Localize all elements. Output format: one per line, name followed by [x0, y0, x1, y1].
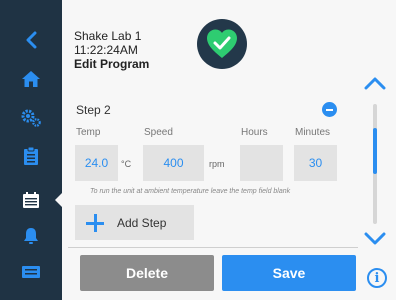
nav-alarms[interactable]: [0, 218, 62, 254]
nav-home[interactable]: [0, 61, 62, 97]
delete-button[interactable]: Delete: [80, 255, 214, 291]
add-step-button[interactable]: Add Step: [75, 205, 194, 240]
minutes-label: Minutes: [295, 127, 331, 138]
divider: [68, 247, 358, 248]
nav-clipboard[interactable]: [0, 138, 62, 174]
info-icon: i: [374, 270, 380, 286]
health-status[interactable]: [197, 19, 247, 69]
screen-display-icon: [22, 266, 40, 278]
nav-settings[interactable]: [0, 100, 62, 136]
hours-label: Hours: [241, 127, 268, 138]
current-time: 11:22:24AM: [74, 43, 138, 57]
heart-check-icon: [207, 29, 237, 58]
chevron-up-icon: [364, 77, 386, 90]
sidebar: [0, 0, 63, 300]
clipboard-icon: [24, 146, 38, 165]
minutes-field[interactable]: 30: [294, 145, 337, 181]
settings-gears-icon: [21, 109, 41, 127]
save-button[interactable]: Save: [222, 255, 356, 291]
temp-label: Temp: [76, 127, 101, 138]
hours-field[interactable]: [240, 145, 283, 181]
home-icon: [22, 71, 40, 87]
info-button[interactable]: i: [367, 268, 387, 288]
step-card: Step 2 Temp Speed Hours Minutes 24.0 °C …: [68, 93, 358, 251]
device-name: Shake Lab 1: [74, 29, 142, 43]
plus-icon: [85, 213, 105, 233]
nav-programs[interactable]: [0, 182, 63, 218]
add-step-label: Add Step: [117, 215, 167, 230]
step-title: Step 2: [76, 103, 111, 117]
nav-display[interactable]: [0, 254, 62, 290]
bell-alarm-icon: [24, 228, 38, 244]
speed-field[interactable]: 400: [143, 145, 204, 181]
scroll-up-button[interactable]: [364, 76, 386, 95]
speed-unit: rpm: [209, 159, 225, 169]
temp-field[interactable]: 24.0: [75, 145, 118, 181]
header: Shake Lab 1 11:22:24AM Edit Program: [62, 0, 396, 86]
minus-icon: [326, 108, 333, 111]
scroll-down-button[interactable]: [364, 232, 386, 251]
scrollbar-thumb[interactable]: [373, 128, 377, 174]
speed-label: Speed: [144, 127, 173, 138]
page-title: Edit Program: [74, 57, 150, 71]
ambient-temp-hint: To run the unit at ambient temperature l…: [90, 188, 291, 195]
remove-step-button[interactable]: [322, 102, 337, 117]
back-chevron-icon: [26, 31, 37, 49]
back-button[interactable]: [0, 22, 62, 58]
chevron-down-icon: [364, 232, 386, 245]
programs-calendar-icon: [23, 192, 39, 208]
temp-unit: °C: [121, 159, 132, 169]
